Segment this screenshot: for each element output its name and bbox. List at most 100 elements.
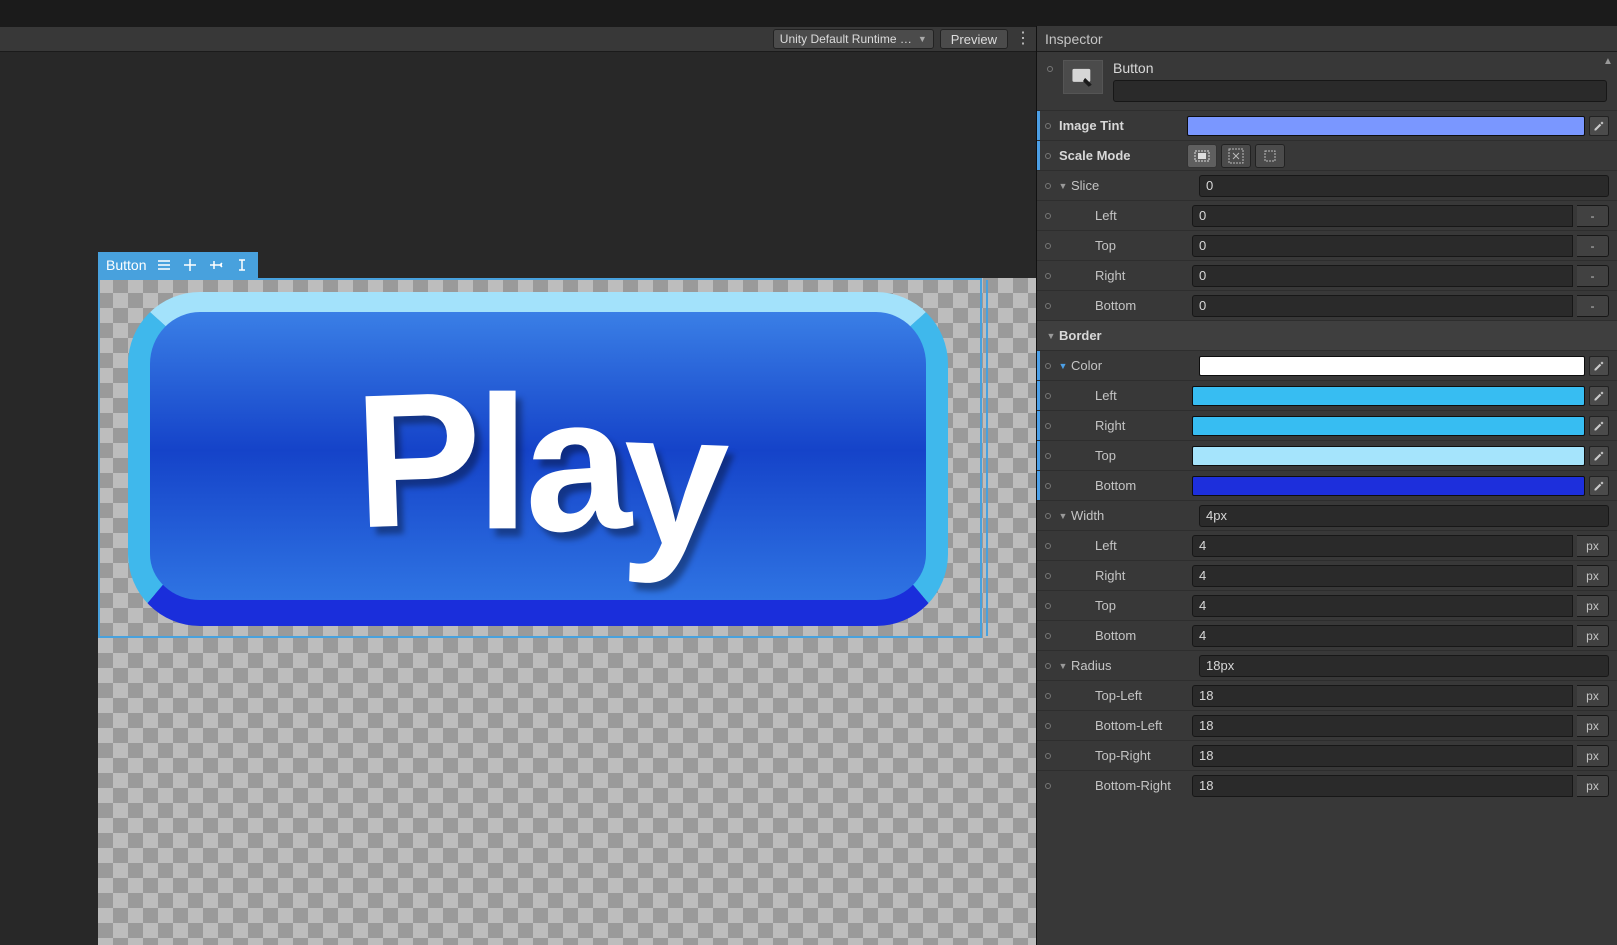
slice-right-input[interactable]: 0: [1192, 265, 1573, 287]
eyedropper-icon[interactable]: [1589, 476, 1609, 496]
slice-input[interactable]: 0: [1199, 175, 1609, 197]
unit-suffix[interactable]: px: [1577, 685, 1609, 707]
eyedropper-icon[interactable]: [1589, 356, 1609, 376]
border-color-swatch[interactable]: [1199, 356, 1585, 376]
unit-suffix[interactable]: -: [1577, 235, 1609, 257]
row-border: ▼ Border: [1037, 320, 1617, 350]
text-cursor-icon[interactable]: [234, 257, 250, 273]
row-border-color-top: Top: [1037, 440, 1617, 470]
slice-label: Slice: [1069, 178, 1199, 193]
border-width-input[interactable]: 4px: [1199, 505, 1609, 527]
foldout-icon[interactable]: ▼: [1057, 661, 1069, 671]
unit-suffix[interactable]: px: [1577, 715, 1609, 737]
record-dot-icon[interactable]: [1045, 453, 1051, 459]
record-dot-icon[interactable]: [1045, 183, 1051, 189]
align-vertical-icon[interactable]: [182, 257, 198, 273]
unit-suffix[interactable]: px: [1577, 565, 1609, 587]
element-name-input[interactable]: [1113, 80, 1607, 102]
record-dot-icon[interactable]: [1045, 513, 1051, 519]
chevron-down-icon: ▼: [918, 34, 927, 44]
record-dot-icon[interactable]: [1045, 213, 1051, 219]
border-width-right-input[interactable]: 4: [1192, 565, 1573, 587]
border-color-left-swatch[interactable]: [1192, 386, 1585, 406]
record-dot-icon[interactable]: [1045, 693, 1051, 699]
unit-suffix[interactable]: -: [1577, 265, 1609, 287]
record-dot-icon[interactable]: [1045, 483, 1051, 489]
record-dot-icon[interactable]: [1045, 153, 1051, 159]
preview-button[interactable]: Preview: [940, 29, 1008, 49]
scroll-up-icon[interactable]: ▲: [1601, 54, 1615, 68]
record-dot-icon[interactable]: [1045, 603, 1051, 609]
record-dot-icon[interactable]: [1047, 66, 1053, 72]
record-dot-icon[interactable]: [1045, 273, 1051, 279]
record-dot-icon[interactable]: [1045, 423, 1051, 429]
slice-left-input[interactable]: 0: [1192, 205, 1573, 227]
border-radius-input[interactable]: 18px: [1199, 655, 1609, 677]
selection-header[interactable]: Button: [98, 252, 258, 278]
record-dot-icon[interactable]: [1045, 393, 1051, 399]
row-slice-top: Top 0-: [1037, 230, 1617, 260]
selection-bounds[interactable]: Play: [98, 278, 982, 638]
row-slice: ▼ Slice 0: [1037, 170, 1617, 200]
foldout-icon[interactable]: ▼: [1057, 181, 1069, 191]
theme-dropdown[interactable]: Unity Default Runtime … ▼: [773, 29, 934, 49]
radius-bl-input[interactable]: 18: [1192, 715, 1573, 737]
border-color-top-swatch[interactable]: [1192, 446, 1585, 466]
record-dot-icon[interactable]: [1045, 663, 1051, 669]
canvas-area[interactable]: Button Play: [0, 52, 1036, 945]
radius-tr-input[interactable]: 18: [1192, 745, 1573, 767]
unit-suffix[interactable]: -: [1577, 205, 1609, 227]
scale-mode-crop-button[interactable]: [1255, 144, 1285, 168]
unit-suffix[interactable]: px: [1577, 535, 1609, 557]
eyedropper-icon[interactable]: [1589, 116, 1609, 136]
record-dot-icon[interactable]: [1045, 723, 1051, 729]
theme-dropdown-label: Unity Default Runtime …: [780, 32, 912, 46]
border-width-bottom-input[interactable]: 4: [1192, 625, 1573, 647]
border-width-left-input[interactable]: 4: [1192, 535, 1573, 557]
border-radius-label: Radius: [1069, 658, 1199, 673]
unit-suffix[interactable]: -: [1577, 295, 1609, 317]
align-horizontal-icon[interactable]: [208, 257, 224, 273]
border-color-right-swatch[interactable]: [1192, 416, 1585, 436]
eyedropper-icon[interactable]: [1589, 386, 1609, 406]
eyedropper-icon[interactable]: [1589, 446, 1609, 466]
unit-suffix[interactable]: px: [1577, 775, 1609, 797]
foldout-icon[interactable]: ▼: [1057, 361, 1069, 371]
align-lines-icon[interactable]: [156, 257, 172, 273]
border-width-left-label: Left: [1077, 538, 1192, 553]
slice-left-label: Left: [1077, 208, 1192, 223]
foldout-icon[interactable]: ▼: [1045, 331, 1057, 341]
border-color-right-label: Right: [1077, 418, 1192, 433]
border-width-top-input[interactable]: 4: [1192, 595, 1573, 617]
border-color-bottom-swatch[interactable]: [1192, 476, 1585, 496]
radius-br-input[interactable]: 18: [1192, 775, 1573, 797]
record-dot-icon[interactable]: [1045, 753, 1051, 759]
radius-tl-input[interactable]: 18: [1192, 685, 1573, 707]
slice-top-label: Top: [1077, 238, 1192, 253]
record-dot-icon[interactable]: [1045, 573, 1051, 579]
play-button-text: Play: [351, 341, 725, 572]
record-dot-icon[interactable]: [1045, 363, 1051, 369]
row-border-color-right: Right: [1037, 410, 1617, 440]
unit-suffix[interactable]: px: [1577, 745, 1609, 767]
record-dot-icon[interactable]: [1045, 243, 1051, 249]
record-dot-icon[interactable]: [1045, 303, 1051, 309]
record-dot-icon[interactable]: [1045, 783, 1051, 789]
scale-mode-stretch-button[interactable]: [1187, 144, 1217, 168]
foldout-icon[interactable]: ▼: [1057, 511, 1069, 521]
image-tint-swatch[interactable]: [1187, 116, 1585, 136]
record-dot-icon[interactable]: [1045, 543, 1051, 549]
scale-mode-fit-button[interactable]: [1221, 144, 1251, 168]
viewport-toolbar: Unity Default Runtime … ▼ Preview ⋮: [0, 26, 1036, 52]
inspector-panel: Inspector ▲ Button Image Tint: [1036, 26, 1617, 945]
record-dot-icon[interactable]: [1045, 633, 1051, 639]
slice-top-input[interactable]: 0: [1192, 235, 1573, 257]
eyedropper-icon[interactable]: [1589, 416, 1609, 436]
record-dot-icon[interactable]: [1045, 123, 1051, 129]
unit-suffix[interactable]: px: [1577, 625, 1609, 647]
unit-suffix[interactable]: px: [1577, 595, 1609, 617]
kebab-menu-icon[interactable]: ⋮: [1014, 29, 1032, 49]
slice-bottom-input[interactable]: 0: [1192, 295, 1573, 317]
border-label: Border: [1057, 328, 1187, 343]
play-button-preview: Play: [128, 292, 948, 626]
